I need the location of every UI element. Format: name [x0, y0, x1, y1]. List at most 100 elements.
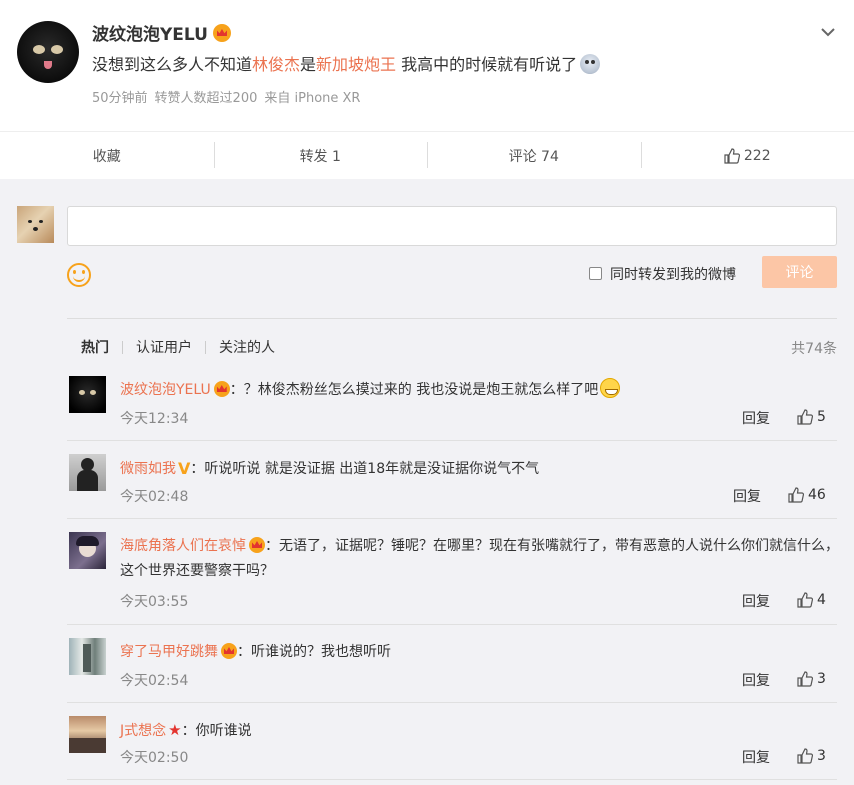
like-count: 222	[743, 147, 771, 164]
comment-like-button[interactable]: 4	[797, 592, 826, 608]
tab-hot[interactable]: 热门	[81, 337, 109, 357]
crown-badge-icon	[249, 537, 265, 553]
emoji-picker-icon[interactable]	[67, 263, 91, 287]
comment-body: 穿了马甲好跳舞 ：听谁说的？我也想听听	[120, 640, 840, 665]
repost-label: 转发 1	[299, 148, 341, 165]
comment-item: J式想念 ★：你听谁说 今天02:50 回复 3	[67, 716, 837, 780]
repost-button[interactable]: 转发 1	[213, 132, 428, 179]
commenter-avatar[interactable]	[69, 638, 106, 675]
thumbs-up-icon	[797, 409, 813, 425]
post-meta: 50分钟前 转赞人数超过200 来自 iPhone XR	[92, 87, 367, 106]
divider	[67, 779, 837, 780]
commenter-name[interactable]: 微雨如我	[120, 461, 176, 477]
comment-label: 评论 74	[508, 148, 559, 165]
star-badge-icon: ★	[168, 721, 182, 739]
post-source: 来自 iPhone XR	[264, 91, 361, 106]
tab-verified[interactable]: 认证用户	[136, 337, 192, 357]
comment-body: J式想念 ★：你听谁说	[120, 718, 840, 744]
post-author-name[interactable]: 波纹泡泡YELU	[92, 25, 208, 45]
reply-button[interactable]: 回复	[733, 486, 761, 506]
post-content: 没想到这么多人不知道林俊杰是新加坡炮王 我高中的时候就有听说了	[92, 51, 601, 75]
favorite-label: 收藏	[92, 148, 121, 165]
commenter-avatar[interactable]	[69, 454, 106, 491]
comment-like-button[interactable]: 3	[797, 671, 826, 687]
post-likes-note: 转赞人数超过200	[154, 91, 258, 106]
comment-like-count: 3	[817, 748, 826, 764]
commenter-avatar[interactable]	[69, 716, 106, 753]
repost-checkbox-label[interactable]: 同时转发到我的微博	[610, 264, 736, 284]
crown-badge-icon	[221, 643, 237, 659]
comment-total: 共74条	[791, 341, 837, 357]
submit-comment-button[interactable]: 评论	[762, 256, 837, 288]
comment-input[interactable]	[67, 206, 837, 246]
post-card: 波纹泡泡YELU 没想到这么多人不知道林俊杰是新加坡炮王 我高中的时候就有听说了…	[0, 0, 854, 131]
crown-badge-icon	[212, 24, 231, 42]
divider	[67, 318, 837, 319]
comment-item: 穿了马甲好跳舞 ：听谁说的？我也想听听 今天02:54 回复 3	[67, 638, 840, 703]
divider	[67, 440, 837, 441]
comment-item: 海底角落人们在哀悼 ：无语了，证据呢？锤呢？在哪里？现在有张嘴就行了，带有恶意的人…	[67, 532, 840, 625]
like-button[interactable]: 222	[640, 132, 854, 179]
comment-item: 波纹泡泡YELU ：？林俊杰粉丝怎么摸过来的 我也没说是炮王就怎么样了吧 今天12…	[67, 376, 840, 441]
commenter-name[interactable]: 穿了马甲好跳舞	[120, 644, 218, 660]
tab-following[interactable]: 关注的人	[219, 337, 275, 357]
comment-text: ：听谁说的？我也想听听	[237, 644, 391, 660]
thumbs-up-icon	[724, 147, 740, 164]
chevron-down-icon[interactable]	[820, 24, 836, 40]
thumbs-up-icon	[797, 748, 813, 764]
current-user-avatar[interactable]	[17, 206, 54, 243]
comment-like-count: 5	[817, 409, 826, 425]
comment-text: ：你听谁说	[181, 723, 252, 739]
commenter-avatar[interactable]	[69, 376, 106, 413]
post-time[interactable]: 50分钟前	[92, 91, 148, 106]
reply-button[interactable]: 回复	[742, 670, 770, 690]
comment-body: 微雨如我 V：听说听说 就是没证据 出道18年就是没证据你说气不气	[120, 456, 840, 482]
thumbs-up-icon	[797, 592, 813, 608]
comment-like-button[interactable]: 46	[788, 487, 826, 503]
comment-time: 今天02:54	[120, 673, 189, 689]
post-text-part: 我高中的时候就有听说了	[396, 55, 578, 74]
comment-button[interactable]: 评论 74	[427, 132, 641, 179]
comment-time: 今天02:50	[120, 750, 189, 766]
comment-item: 微雨如我 V：听说听说 就是没证据 出道18年就是没证据你说气不气 今天02:48…	[67, 454, 840, 519]
divider	[205, 340, 206, 354]
commenter-name[interactable]: J式想念	[120, 723, 166, 739]
comment-filters: 热门 认证用户 关注的人	[81, 337, 275, 357]
comment-text: ：听说听说 就是没证据 出道18年就是没证据你说气不气	[190, 461, 540, 477]
favorite-button[interactable]: 收藏	[0, 132, 214, 179]
thumbs-up-icon	[788, 487, 804, 503]
comment-like-button[interactable]: 3	[797, 748, 826, 764]
comment-body: 波纹泡泡YELU ：？林俊杰粉丝怎么摸过来的 我也没说是炮王就怎么样了吧	[120, 378, 840, 403]
reply-button[interactable]: 回复	[742, 747, 770, 767]
commenter-avatar[interactable]	[69, 532, 106, 569]
reply-button[interactable]: 回复	[742, 591, 770, 611]
highlight-link[interactable]: 林俊杰	[252, 55, 300, 74]
reply-button[interactable]: 回复	[742, 408, 770, 428]
comment-body: 海底角落人们在哀悼 ：无语了，证据呢？锤呢？在哪里？现在有张嘴就行了，带有恶意的人…	[120, 534, 840, 584]
divider	[122, 340, 123, 354]
comment-like-button[interactable]: 5	[797, 409, 826, 425]
post-text-part: 是	[300, 55, 317, 74]
author-avatar[interactable]	[17, 21, 79, 83]
thumbs-up-icon	[797, 671, 813, 687]
comment-text: ：？林俊杰粉丝怎么摸过来的 我也没说是炮王就怎么样了吧	[229, 382, 599, 398]
post-text-part: 没想到这么多人不知道	[92, 55, 253, 74]
highlight-link[interactable]: 新加坡炮王	[316, 55, 396, 74]
comment-section: 同时转发到我的微博 评论 热门 认证用户 关注的人 共74条 波纹泡泡YELU ：…	[0, 179, 854, 785]
commenter-name[interactable]: 波纹泡泡YELU	[120, 382, 211, 398]
commenter-name[interactable]: 海底角落人们在哀悼	[120, 538, 246, 554]
divider	[67, 702, 837, 703]
comment-like-count: 4	[817, 592, 826, 608]
comment-like-count: 3	[817, 671, 826, 687]
comment-time: 今天12:34	[120, 411, 189, 427]
divider	[67, 624, 837, 625]
divider	[67, 518, 837, 519]
crown-badge-icon	[213, 381, 230, 397]
post-author[interactable]: 波纹泡泡YELU	[92, 20, 231, 45]
verified-v-icon: V	[178, 459, 191, 478]
grin-emoji-icon	[600, 378, 621, 398]
repost-checkbox[interactable]	[589, 267, 602, 280]
comment-like-count: 46	[808, 487, 826, 503]
action-bar: 收藏 转发 1 评论 74 222	[0, 131, 854, 179]
shocked-face-icon	[580, 54, 601, 74]
